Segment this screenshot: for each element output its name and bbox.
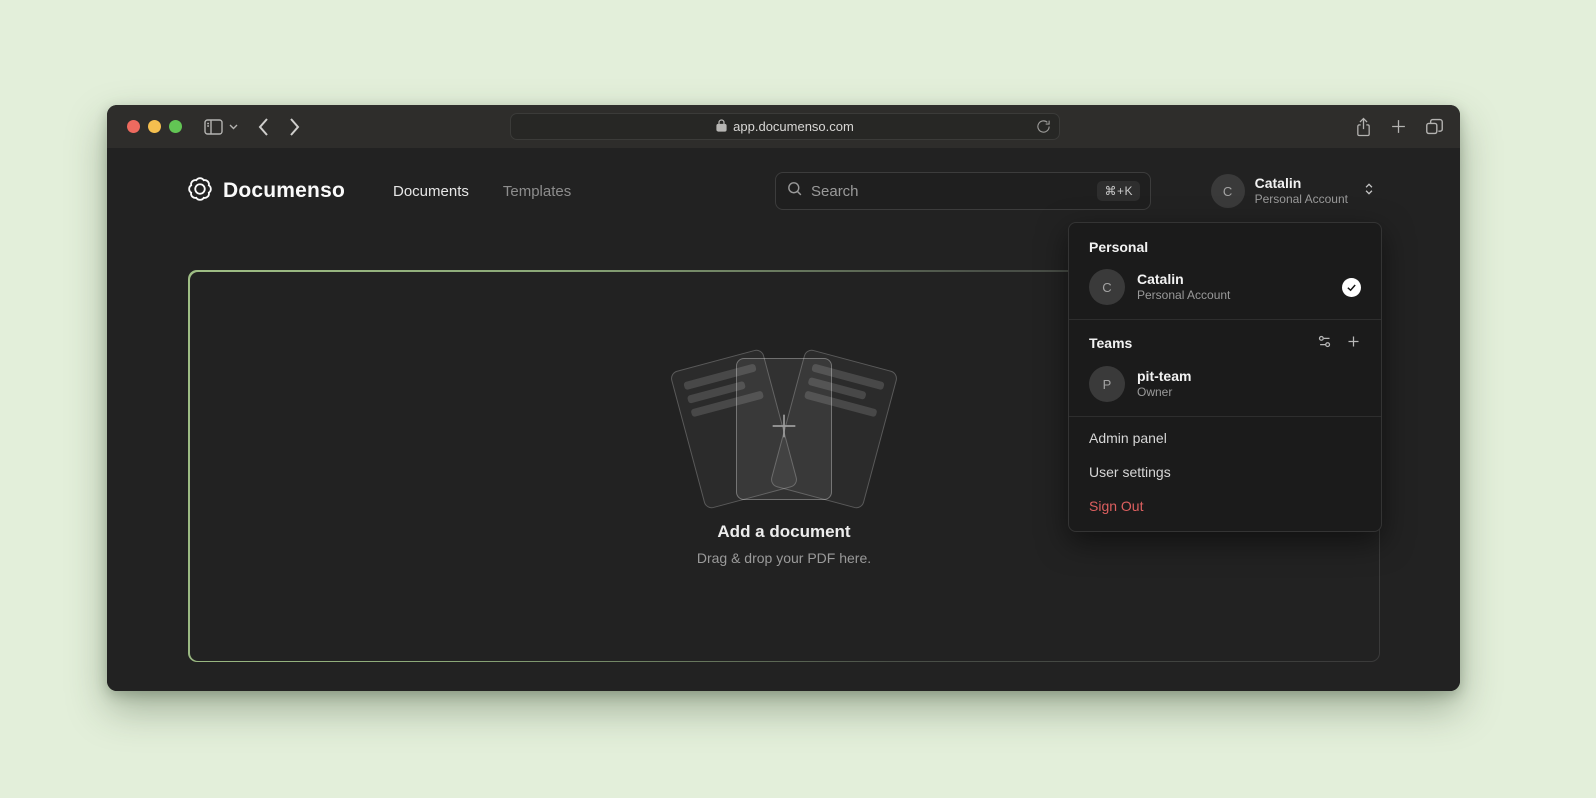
app-content: Documenso Documents Templates ⌘+K C Cata…: [107, 148, 1460, 691]
search-icon: [786, 180, 803, 202]
document-cards-illustration: [674, 354, 894, 504]
address-bar[interactable]: app.documenso.com: [510, 113, 1060, 140]
account-menu-trigger[interactable]: C Catalin Personal Account: [1211, 172, 1376, 210]
nav-documents[interactable]: Documents: [393, 183, 469, 200]
account-dropdown-menu: Personal C Catalin Personal Account Team…: [1068, 222, 1382, 532]
browser-titlebar: app.documenso.com: [107, 105, 1460, 148]
document-card-add: [736, 358, 832, 500]
search-input[interactable]: [811, 183, 1089, 200]
chevrons-up-down-icon: [1362, 182, 1376, 201]
add-team-icon[interactable]: [1346, 334, 1361, 352]
divider: [1069, 416, 1381, 417]
menu-item-user-settings[interactable]: User settings: [1069, 455, 1381, 489]
tab-overview-icon[interactable]: [1425, 118, 1444, 135]
plus-icon: [767, 409, 801, 448]
zoom-window-button[interactable]: [169, 120, 182, 133]
dropzone-subtitle: Drag & drop your PDF here.: [190, 550, 1379, 566]
team-item[interactable]: P pit-team Owner: [1069, 358, 1381, 414]
team-settings-icon[interactable]: [1317, 334, 1332, 352]
personal-account-item[interactable]: C Catalin Personal Account: [1069, 261, 1381, 317]
reload-icon[interactable]: [1036, 119, 1051, 137]
back-icon[interactable]: [258, 118, 269, 136]
menu-item-admin-panel[interactable]: Admin panel: [1069, 421, 1381, 455]
check-circle-icon: [1342, 278, 1361, 297]
sidebar-icon[interactable]: [204, 119, 223, 135]
teams-section-label: Teams: [1069, 324, 1381, 358]
search-box[interactable]: ⌘+K: [775, 172, 1151, 210]
avatar: C: [1211, 174, 1245, 208]
brand-name: Documenso: [223, 179, 345, 203]
new-tab-icon[interactable]: [1390, 118, 1407, 135]
account-name: Catalin: [1255, 175, 1348, 193]
divider: [1069, 319, 1381, 320]
menu-item-sign-out[interactable]: Sign Out: [1069, 489, 1381, 523]
traffic-lights: [127, 120, 182, 133]
search-shortcut-badge: ⌘+K: [1097, 181, 1140, 201]
nav-templates[interactable]: Templates: [503, 183, 571, 200]
account-type: Personal Account: [1255, 192, 1348, 207]
personal-section-label: Personal: [1069, 229, 1381, 261]
documenso-badge-icon: [187, 176, 213, 207]
share-icon[interactable]: [1355, 117, 1372, 137]
lock-icon: [716, 119, 727, 135]
chevron-down-icon[interactable]: [229, 124, 238, 130]
brand[interactable]: Documenso: [187, 176, 345, 207]
main-nav: Documents Templates: [393, 183, 571, 200]
minimize-window-button[interactable]: [148, 120, 161, 133]
forward-icon[interactable]: [289, 118, 300, 136]
app-header: Documenso Documents Templates: [187, 148, 571, 234]
avatar: P: [1089, 366, 1125, 402]
close-window-button[interactable]: [127, 120, 140, 133]
browser-window: app.documenso.com: [107, 105, 1460, 691]
url-text: app.documenso.com: [733, 119, 854, 134]
avatar: C: [1089, 269, 1125, 305]
